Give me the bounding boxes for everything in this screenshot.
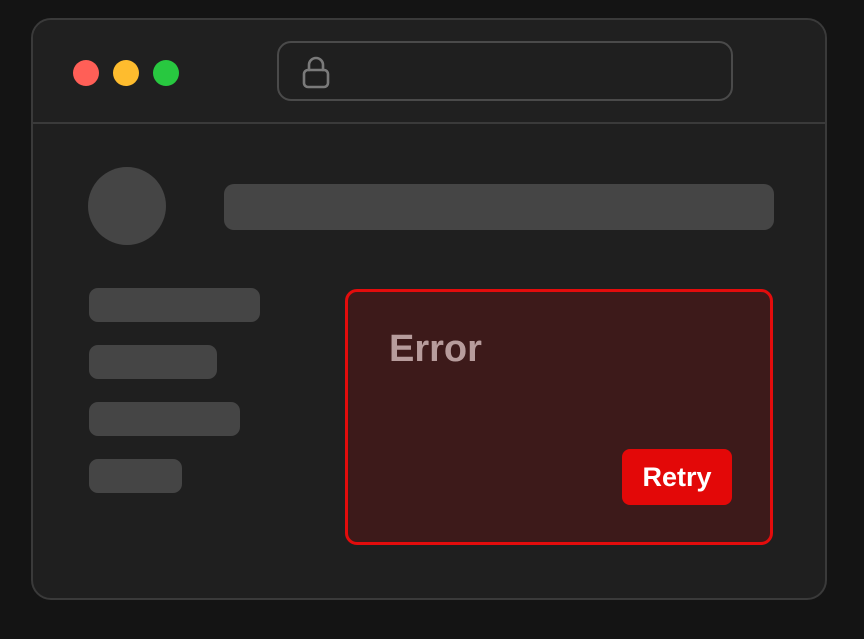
sidebar-item-placeholder [89,459,182,493]
minimize-window-button[interactable] [113,60,139,86]
sidebar-item-placeholder [89,402,240,436]
lock-icon [301,55,331,89]
heading-placeholder [224,184,774,230]
close-window-button[interactable] [73,60,99,86]
error-card: Error Retry [345,289,773,545]
title-bar [33,20,825,124]
maximize-window-button[interactable] [153,60,179,86]
retry-button[interactable]: Retry [622,449,732,505]
sidebar-item-placeholder [89,345,217,379]
avatar-placeholder [88,167,166,245]
sidebar-item-placeholder [89,288,260,322]
address-bar[interactable] [277,41,733,101]
browser-window: Error Retry [31,18,827,600]
error-title: Error [389,328,482,370]
